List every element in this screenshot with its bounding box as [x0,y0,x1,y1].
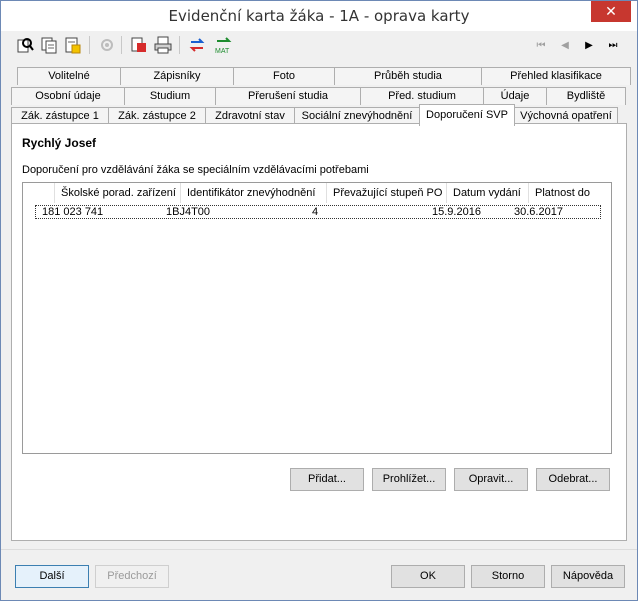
toolbar-separator [121,36,122,54]
tab-prehled-klasifikace[interactable]: Přehled klasifikace [481,67,631,85]
section-label: Doporučení pro vzdělávání žáka se speciá… [22,164,369,176]
view-button[interactable]: Prohlížet... [372,468,446,491]
print-icon[interactable] [153,35,173,55]
cell-identifikator: 1BJ4T00 [166,206,211,218]
nav-prev-button[interactable]: ◀ [557,37,573,53]
find-icon[interactable] [15,35,35,55]
next-button[interactable]: Další [15,565,89,588]
list-header: Školské porad. zařízení Identifikátor zn… [23,183,611,203]
footer-divider [1,549,637,550]
tab-bydliste[interactable]: Bydliště [546,87,626,105]
cell-platnost-do: 30.6.2017 [514,206,563,218]
mat-export-icon[interactable]: MAT [213,35,237,55]
tab-doporuceni-svp[interactable]: Doporučení SVP [419,104,515,126]
tab-udaje[interactable]: Údaje [483,87,547,105]
nav-first-button[interactable]: ⏮ [533,37,549,53]
column-header-stupen-po[interactable]: Převažující stupeň PO [327,183,447,203]
tab-panel-doporuceni-svp: Rychlý Josef Doporučení pro vzdělávání ž… [11,123,627,541]
cell-datum-vydani: 15.9.2016 [432,206,481,218]
cell-stupen-po: 4 [312,206,319,218]
student-name: Rychlý Josef [22,136,97,150]
column-header-poradenske-zarizeni[interactable]: Školské porad. zařízení [55,183,181,203]
help-button[interactable]: Nápověda [551,565,625,588]
tab-preruseni-studia[interactable]: Přerušení studia [215,87,361,105]
column-header-datum-vydani[interactable]: Datum vydání [447,183,529,203]
toolbar-separator [179,36,180,54]
nav-last-button[interactable]: ⏭ [605,37,621,53]
previous-button[interactable]: Předchozí [95,565,169,588]
tab-prubeh-studia[interactable]: Průběh studia [334,67,482,85]
tab-row-2: Osobní údaje Studium Přerušení studia Př… [11,87,626,105]
tab-pred-studium[interactable]: Před. studium [360,87,484,105]
transfer-icon[interactable] [187,35,207,55]
tab-foto[interactable]: Foto [233,67,335,85]
nav-next-button[interactable]: ▶ [581,37,597,53]
toolbar: MAT ⏮ ◀ ▶ ⏭ [1,31,637,59]
remove-button[interactable]: Odebrat... [536,468,610,491]
column-header-identifikator[interactable]: Identifikátor znevýhodnění [181,183,327,203]
copy-card-icon[interactable] [39,35,59,55]
tab-row-1: Volitelné Zápisníky Foto Průběh studia P… [17,67,631,85]
tab-volitelne[interactable]: Volitelné [17,67,121,85]
export-icon[interactable] [129,35,149,55]
recommendations-list[interactable]: Školské porad. zařízení Identifikátor zn… [22,182,612,454]
ok-button[interactable]: OK [391,565,465,588]
title-bar: Evidenční karta žáka - 1A - oprava karty… [1,1,637,31]
add-button[interactable]: Přidat... [290,468,364,491]
tab-osobni-udaje[interactable]: Osobní údaje [11,87,125,105]
edit-button[interactable]: Opravit... [454,468,528,491]
tab-zapisniky[interactable]: Zápisníky [120,67,234,85]
cell-poradenske-zarizeni: 181 023 741 [42,206,104,218]
tab-studium[interactable]: Studium [124,87,216,105]
settings-disabled-icon [97,35,117,55]
column-header-platnost-do[interactable]: Platnost do [529,183,599,203]
cancel-button[interactable]: Storno [471,565,545,588]
toolbar-separator [89,36,90,54]
mat-label: MAT [215,48,230,55]
close-button[interactable]: ✕ [591,1,631,22]
dialog-window: Evidenční karta žáka - 1A - oprava karty… [0,0,638,601]
window-title: Evidenční karta žáka - 1A - oprava karty [168,7,470,25]
header-spacer [23,183,55,203]
table-row[interactable]: 181 023 741 1BJ4T00 4 15.9.2016 30.6.201… [35,205,601,219]
edit-card-icon[interactable] [63,35,83,55]
